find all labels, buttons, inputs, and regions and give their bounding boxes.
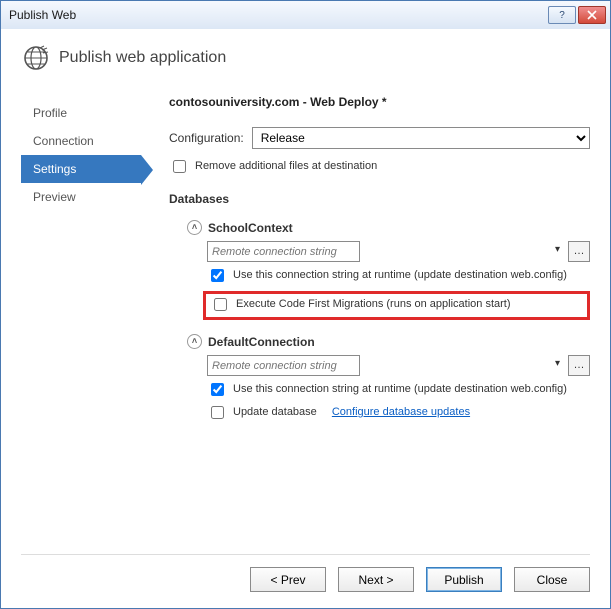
db2-useconn-label: Use this connection string at runtime (u…: [233, 382, 567, 396]
sidebar-item-label: Settings: [33, 162, 76, 176]
next-button[interactable]: Next >: [338, 567, 414, 592]
db-schoolcontext-block: ˄ SchoolContext ▾ … Use this connection …: [169, 220, 590, 320]
db2-updatedb-label: Update database: [233, 405, 317, 419]
page-title: contosouniversity.com - Web Deploy *: [169, 95, 590, 109]
db-schoolcontext-header[interactable]: ˄ SchoolContext: [187, 220, 590, 235]
db2-connection-input[interactable]: [207, 355, 360, 376]
db-defaultconnection-block: ˄ DefaultConnection ▾ … Use this connect…: [169, 334, 590, 422]
db2-updatedb-row: Update database Configure database updat…: [187, 405, 590, 422]
db2-updatedb-checkbox[interactable]: [211, 406, 224, 419]
db-name-label: DefaultConnection: [208, 335, 315, 349]
dialog-body: Profile Connection Settings Preview cont…: [1, 81, 610, 552]
db1-migrations-row: Execute Code First Migrations (runs on a…: [210, 297, 583, 314]
prev-button[interactable]: < Prev: [250, 567, 326, 592]
dropdown-arrow-icon: ▾: [555, 244, 560, 255]
globe-icon: [23, 45, 49, 71]
chevron-up-icon[interactable]: ˄: [187, 220, 202, 235]
close-button[interactable]: Close: [514, 567, 590, 592]
db2-useconn-row: Use this connection string at runtime (u…: [187, 382, 590, 399]
publish-button[interactable]: Publish: [426, 567, 502, 592]
close-window-button[interactable]: [578, 6, 606, 24]
remove-files-label: Remove additional files at destination: [195, 159, 377, 173]
db1-browse-button[interactable]: …: [568, 241, 590, 262]
db1-useconn-label: Use this connection string at runtime (u…: [233, 268, 567, 282]
window-title: Publish Web: [9, 8, 548, 22]
sidebar-item-label: Connection: [33, 134, 94, 148]
db2-connection-row: ▾ …: [187, 355, 590, 376]
sidebar-item-profile[interactable]: Profile: [21, 99, 141, 127]
remove-files-row: Remove additional files at destination: [169, 159, 590, 176]
sidebar-item-preview[interactable]: Preview: [21, 183, 141, 211]
migrations-highlight: Execute Code First Migrations (runs on a…: [203, 291, 590, 320]
close-icon: [587, 10, 597, 20]
configuration-label: Configuration:: [169, 131, 244, 145]
main-panel: contosouniversity.com - Web Deploy * Con…: [145, 89, 590, 544]
db-defaultconnection-header[interactable]: ˄ DefaultConnection: [187, 334, 590, 349]
dialog-window: Publish Web ? Publish web application Pr…: [0, 0, 611, 609]
sidebar-item-settings[interactable]: Settings: [21, 155, 141, 183]
window-controls: ?: [548, 6, 606, 24]
sidebar: Profile Connection Settings Preview: [21, 89, 141, 544]
db1-useconn-row: Use this connection string at runtime (u…: [187, 268, 590, 285]
db2-browse-button[interactable]: …: [568, 355, 590, 376]
db1-migrations-label: Execute Code First Migrations (runs on a…: [236, 297, 511, 311]
header-title: Publish web application: [59, 49, 226, 67]
configuration-select[interactable]: Release: [252, 127, 590, 149]
configure-updates-link[interactable]: Configure database updates: [332, 405, 470, 419]
dropdown-arrow-icon: ▾: [555, 358, 560, 369]
title-bar[interactable]: Publish Web ?: [1, 1, 610, 29]
sidebar-item-label: Preview: [33, 190, 76, 204]
db1-migrations-checkbox[interactable]: [214, 298, 227, 311]
db2-useconn-checkbox[interactable]: [211, 383, 224, 396]
configuration-row: Configuration: Release: [169, 127, 590, 149]
databases-heading: Databases: [169, 192, 590, 206]
dialog-footer: < Prev Next > Publish Close: [1, 555, 610, 608]
dialog-header: Publish web application: [1, 29, 610, 81]
db1-connection-input[interactable]: [207, 241, 360, 262]
db-name-label: SchoolContext: [208, 221, 293, 235]
sidebar-item-label: Profile: [33, 106, 67, 120]
chevron-up-icon[interactable]: ˄: [187, 334, 202, 349]
db1-connection-row: ▾ …: [187, 241, 590, 262]
db1-useconn-checkbox[interactable]: [211, 269, 224, 282]
help-button[interactable]: ?: [548, 6, 576, 24]
sidebar-item-connection[interactable]: Connection: [21, 127, 141, 155]
remove-files-checkbox[interactable]: [173, 160, 186, 173]
